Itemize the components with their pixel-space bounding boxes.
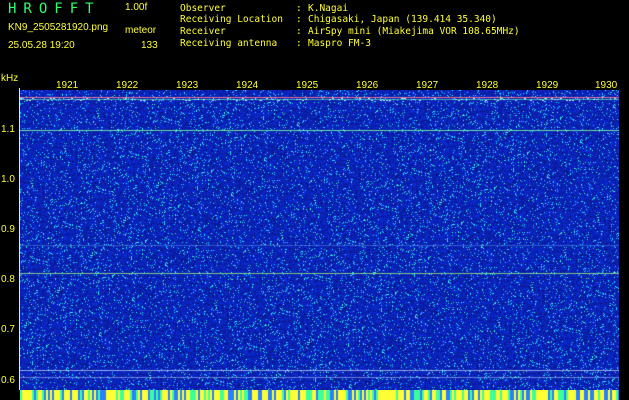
y-tick-label: 0.8: [1, 274, 15, 285]
info-label-location: Receiving Location: [180, 14, 283, 25]
info-label-antenna: Receiving antenna: [180, 38, 278, 49]
info-separator: :: [296, 14, 302, 25]
info-value-observer: K.Nagai: [308, 3, 349, 14]
datetime-label: 25.05.28 19:20: [8, 40, 75, 51]
y-tick-label: 0.9: [1, 224, 15, 235]
info-label-receiver: Receiver: [180, 26, 226, 37]
info-label-observer: Observer: [180, 3, 226, 14]
info-value-location: Chigasaki, Japan (139.414 35.340): [308, 14, 497, 25]
y-tick-label: 1.0: [1, 174, 15, 185]
version-label: 1.00f: [125, 2, 148, 13]
header-panel: HROFFT 1.00f KN9_2505281920.png meteor 2…: [0, 0, 629, 72]
info-separator: :: [296, 3, 302, 14]
info-separator: :: [296, 38, 302, 49]
y-tick-label: 1.1: [1, 124, 15, 135]
info-value-antenna: Maspro FM-3: [308, 38, 371, 49]
spectrogram-plot: [20, 90, 619, 390]
y-unit-label: kHz: [1, 73, 19, 84]
count-label: 133: [141, 40, 158, 51]
filename-label: KN9_2505281920.png: [8, 22, 109, 33]
y-tick-label: 0.7: [1, 324, 15, 335]
y-tick-label: 0.6: [1, 375, 15, 386]
mode-label: meteor: [125, 25, 157, 36]
info-separator: :: [296, 26, 302, 37]
app-title: HROFFT: [8, 1, 101, 17]
signal-level-bar: [20, 390, 619, 400]
info-value-receiver: AirSpy mini (Miakejima VOR 108.65MHz): [308, 26, 520, 37]
